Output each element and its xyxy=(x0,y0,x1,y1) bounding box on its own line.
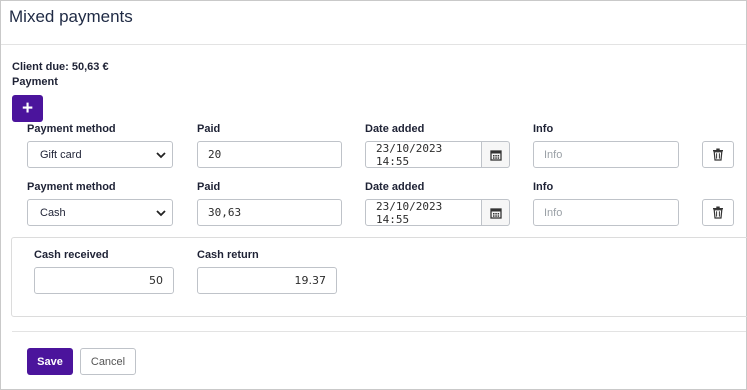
chevron-down-icon xyxy=(156,152,166,159)
info-label: Info xyxy=(533,123,554,135)
add-payment-button[interactable]: + xyxy=(12,95,43,122)
paid-label: Paid xyxy=(197,181,221,193)
paid-label: Paid xyxy=(197,123,221,135)
paid-input[interactable]: 30,63 xyxy=(197,199,342,226)
trash-icon xyxy=(713,148,723,161)
chevron-down-icon xyxy=(156,210,166,217)
cancel-button[interactable]: Cancel xyxy=(80,348,136,375)
client-due: Client due: 50,63 € xyxy=(12,61,109,73)
payment-method-select[interactable]: Gift card xyxy=(27,141,173,168)
payment-method-value: Cash xyxy=(40,206,66,219)
footer-divider xyxy=(12,331,746,332)
delete-payment-button[interactable] xyxy=(702,141,734,168)
payment-method-label: Payment method xyxy=(27,181,116,193)
date-added-label: Date added xyxy=(365,181,425,193)
date-added-label: Date added xyxy=(365,123,425,135)
save-button[interactable]: Save xyxy=(27,348,73,375)
calendar-icon xyxy=(489,149,502,161)
cash-return-label: Cash return xyxy=(197,249,259,261)
header-divider xyxy=(1,44,746,45)
calendar-icon xyxy=(489,207,502,219)
paid-input[interactable]: 20 xyxy=(197,141,342,168)
payment-method-select[interactable]: Cash xyxy=(27,199,173,226)
info-input[interactable]: Info xyxy=(533,199,679,226)
trash-icon xyxy=(713,206,723,219)
info-input[interactable]: Info xyxy=(533,141,679,168)
cash-received-label: Cash received xyxy=(34,249,109,261)
payment-method-label: Payment method xyxy=(27,123,116,135)
payment-method-value: Gift card xyxy=(40,148,82,161)
info-label: Info xyxy=(533,181,554,193)
plus-icon: + xyxy=(21,97,34,119)
calendar-button[interactable] xyxy=(481,199,510,226)
payment-label: Payment xyxy=(12,76,58,88)
cash-return-input[interactable]: 19.37 xyxy=(197,267,337,294)
date-added-input[interactable]: 23/10/2023 14:55 xyxy=(365,199,482,226)
cash-received-input[interactable]: 50 xyxy=(34,267,174,294)
calendar-button[interactable] xyxy=(481,141,510,168)
delete-payment-button[interactable] xyxy=(702,199,734,226)
date-added-input[interactable]: 23/10/2023 14:55 xyxy=(365,141,482,168)
modal-title: Mixed payments xyxy=(9,7,133,26)
